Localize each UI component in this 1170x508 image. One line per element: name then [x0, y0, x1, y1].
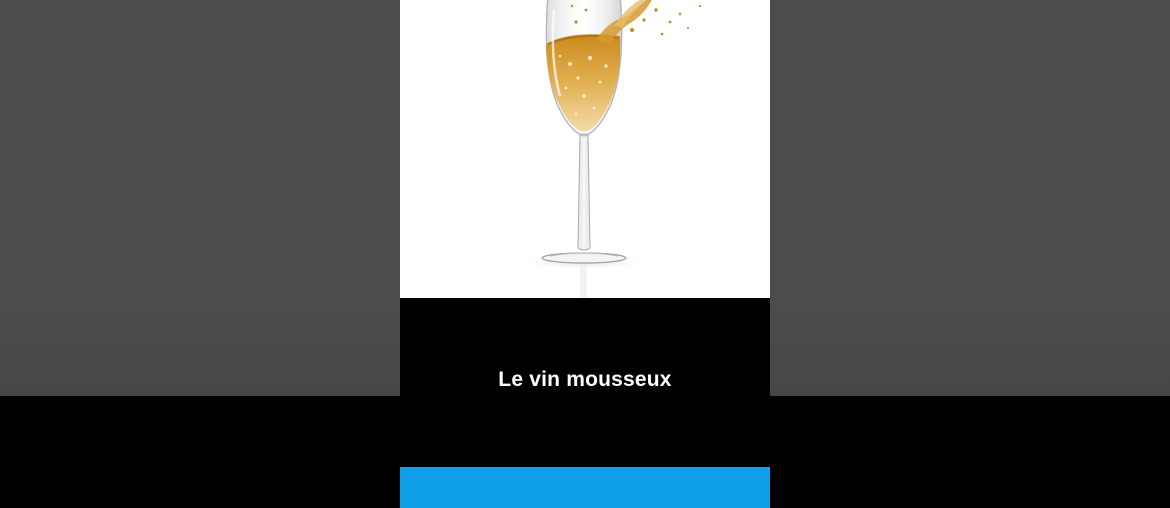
- background-shade-right: [770, 300, 1170, 396]
- action-bar-button[interactable]: [400, 467, 770, 508]
- champagne-glass-image: [400, 0, 770, 298]
- content-card[interactable]: Le vin mousseux: [400, 0, 770, 508]
- background-shade-left: [0, 300, 400, 396]
- champagne-glass-illustration: [514, 0, 702, 298]
- video-viewport: Le vin mousseux: [0, 0, 1170, 508]
- caption-text: Le vin mousseux: [498, 368, 672, 391]
